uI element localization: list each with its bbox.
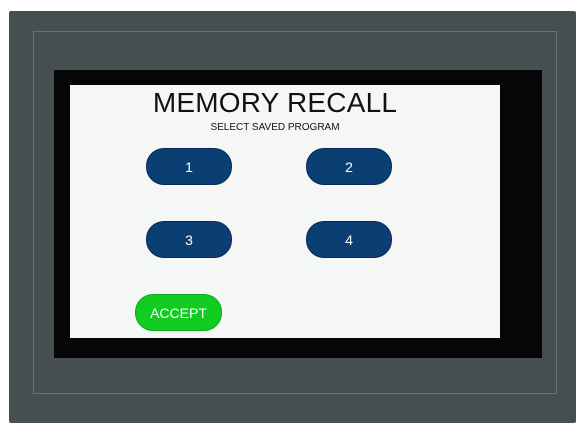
touch-screen: MEMORY RECALL SELECT SAVED PROGRAM 1 2 3… (70, 85, 500, 338)
program-1-label: 1 (185, 158, 193, 175)
program-2-button[interactable]: 2 (306, 148, 392, 185)
page-title: MEMORY RECALL (152, 87, 398, 118)
program-3-button[interactable]: 3 (146, 221, 232, 258)
screen-frame: MEMORY RECALL SELECT SAVED PROGRAM 1 2 3… (54, 70, 542, 358)
accept-button[interactable]: ACCEPT (135, 294, 222, 331)
accept-label: ACCEPT (150, 304, 207, 321)
program-4-button[interactable]: 4 (306, 221, 392, 258)
program-2-label: 2 (345, 158, 353, 175)
page-subtitle: SELECT SAVED PROGRAM (210, 122, 340, 133)
program-1-button[interactable]: 1 (146, 148, 232, 185)
program-4-label: 4 (345, 231, 353, 248)
hmi-device: MEMORY RECALL SELECT SAVED PROGRAM 1 2 3… (9, 11, 576, 423)
program-3-label: 3 (185, 231, 193, 248)
